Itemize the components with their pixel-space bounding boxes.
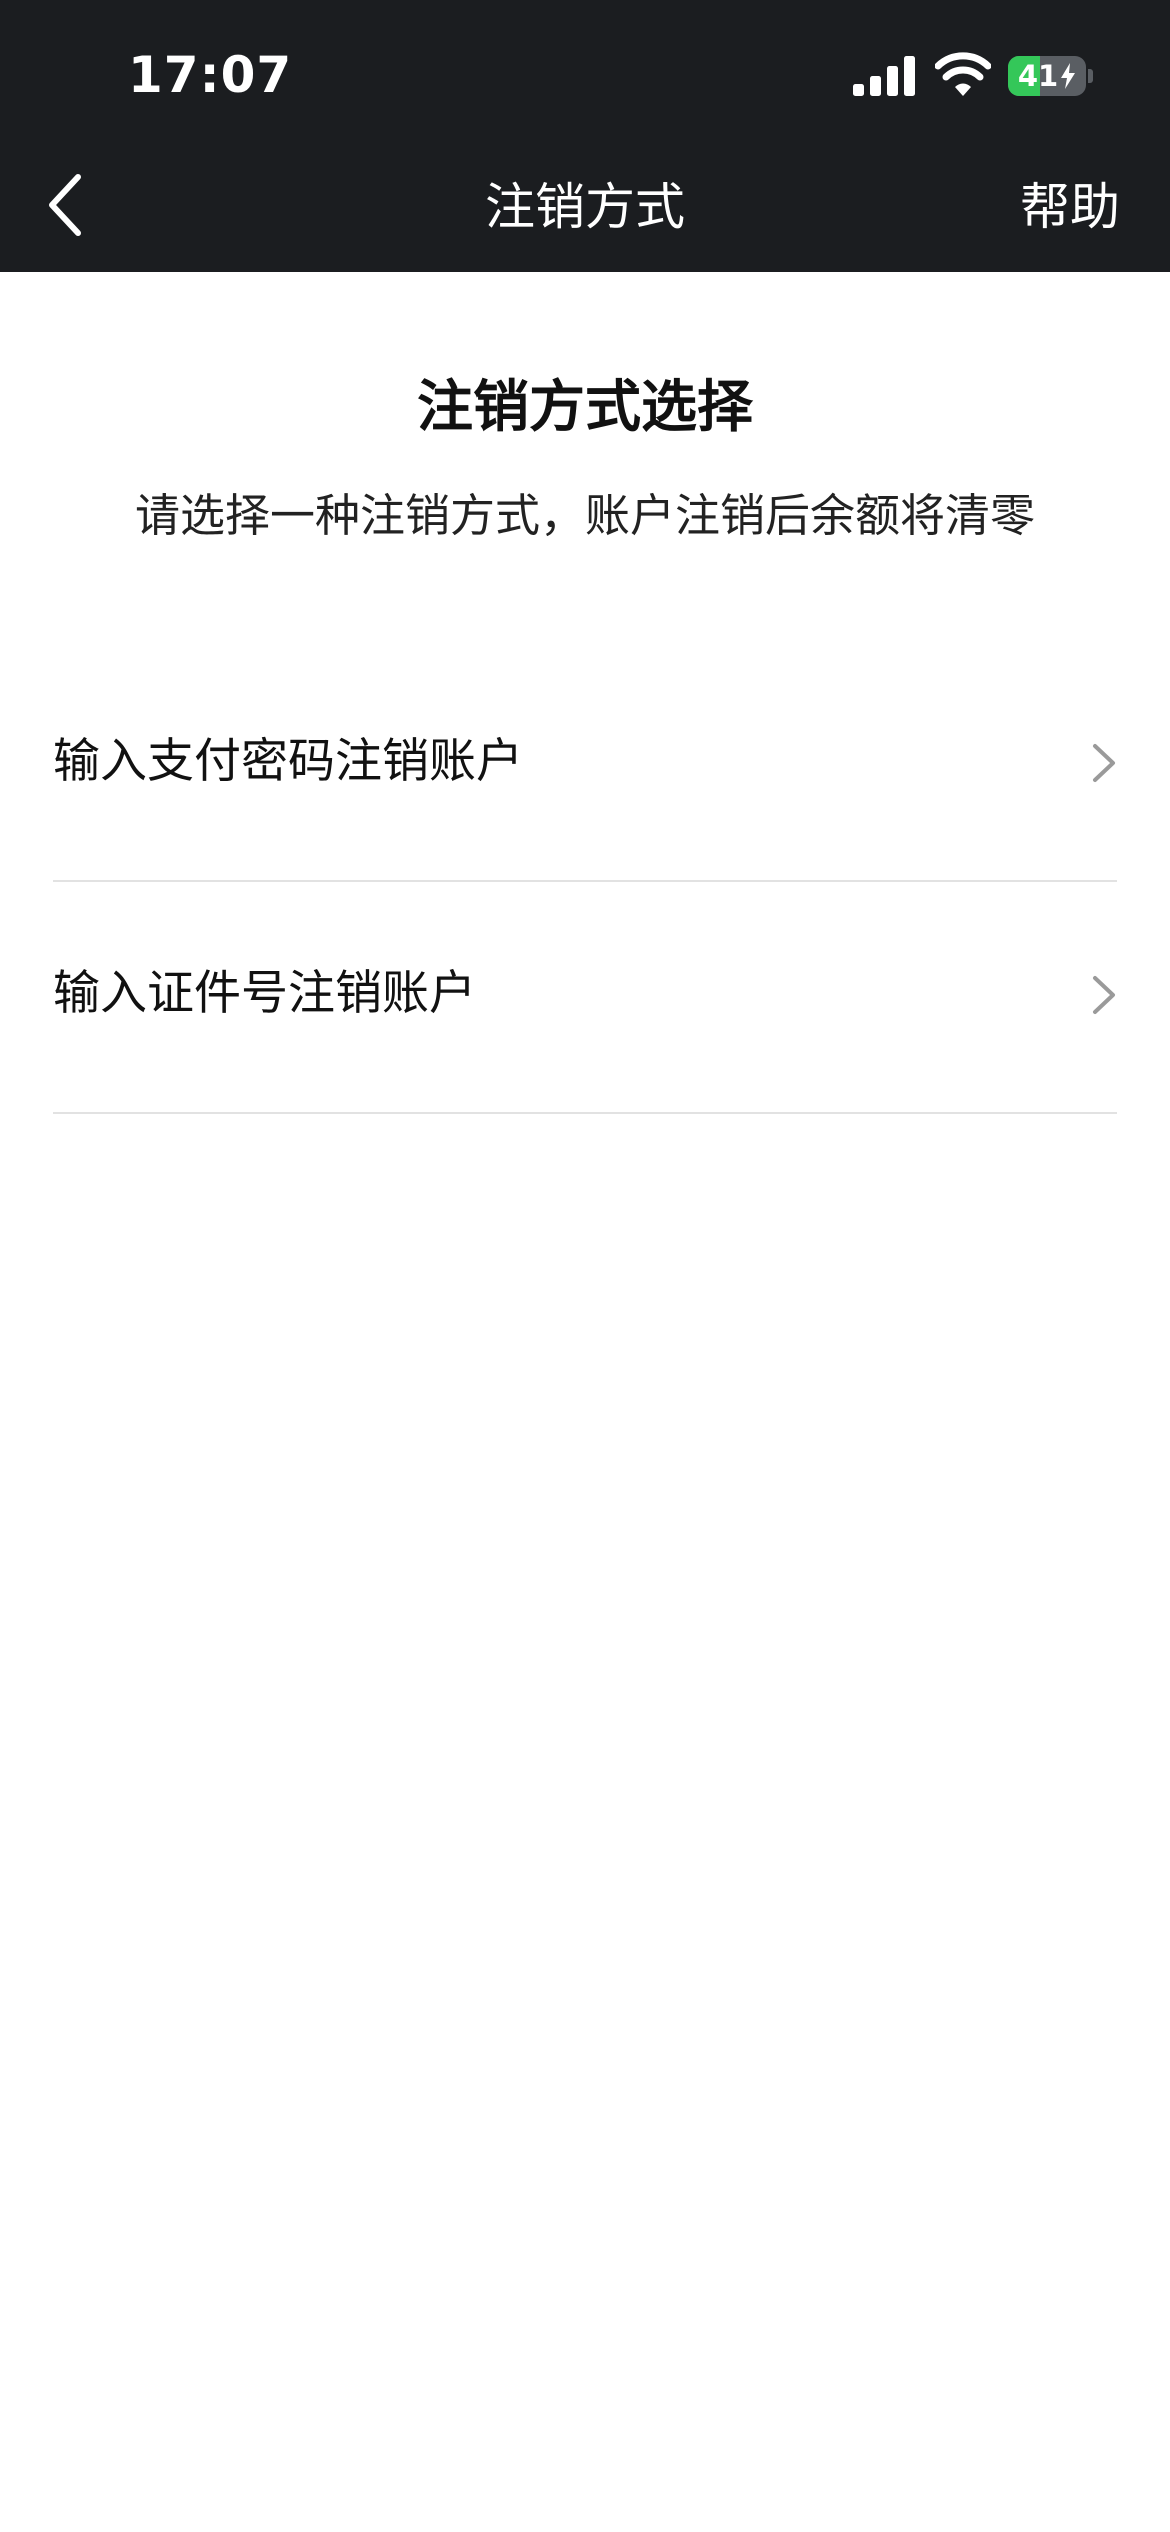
cancellation-option-list: 输入支付密码注销账户 输入证件号注销账户 bbox=[53, 650, 1117, 1114]
status-time: 17:07 bbox=[128, 46, 293, 104]
chevron-right-icon bbox=[1093, 744, 1115, 782]
option-label: 输入证件号注销账户 bbox=[53, 966, 476, 1021]
chevron-right-icon bbox=[1093, 976, 1115, 1014]
signal-icon bbox=[853, 56, 915, 96]
back-button[interactable] bbox=[26, 160, 106, 250]
wifi-icon bbox=[935, 52, 991, 96]
section-subtitle: 请选择一种注销方式，账户注销后余额将清零 bbox=[134, 489, 1035, 542]
help-button[interactable]: 帮助 bbox=[1020, 172, 1120, 242]
bolt-icon bbox=[1061, 63, 1076, 89]
option-label: 输入支付密码注销账户 bbox=[53, 734, 523, 789]
header: 17:07 41 注销方式 帮助 bbox=[0, 0, 1170, 272]
option-id-number[interactable]: 输入证件号注销账户 bbox=[53, 882, 1117, 1114]
chevron-left-icon bbox=[49, 174, 81, 236]
option-payment-password[interactable]: 输入支付密码注销账户 bbox=[53, 650, 1117, 882]
battery-cap bbox=[1088, 69, 1093, 83]
battery-level: 41 bbox=[1017, 59, 1059, 93]
page-title: 注销方式 bbox=[485, 178, 685, 236]
account-cancellation-method-screen: 17:07 41 注销方式 帮助 注销方式选择 请选择一种注销方式，账户注销后余… bbox=[0, 0, 1170, 2532]
section-title: 注销方式选择 bbox=[417, 375, 753, 440]
battery-charging-icon: 41 bbox=[1008, 56, 1086, 96]
